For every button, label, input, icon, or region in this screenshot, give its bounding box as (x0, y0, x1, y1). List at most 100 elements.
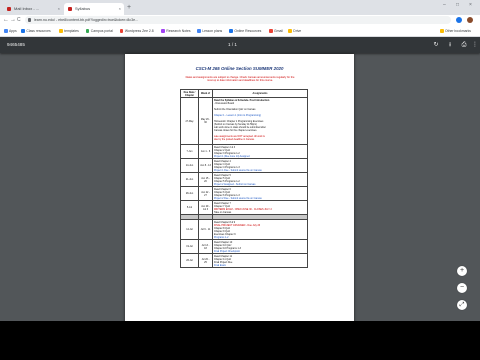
tab-inactive[interactable]: Mail Inbox - ... × (3, 3, 63, 15)
tab-strip: Mail Inbox - ... × Syllabus × + – □ × (0, 0, 480, 15)
fit-page-button[interactable]: ⤢ (457, 300, 467, 310)
assignment-line: Programs 1-2 (214, 235, 229, 239)
assignment-line: Project 2 Due - Submit source file on Ca… (214, 196, 262, 200)
bookmark-label: Campus portal (90, 29, 113, 33)
bookmark-item[interactable]: Apps (4, 28, 17, 34)
table-row: 19-Jul Jul 13 - 18 Read Chapter 10 Chapter … (180, 239, 308, 254)
assignment-line: Project 2 Assigned - Submit on Canvas (214, 182, 256, 186)
assignments-cell: Read Chapter 2 & 3 Chapter 2 Quiz Chapter … (212, 144, 308, 159)
bookmark-item[interactable]: Lesson plans (197, 28, 222, 34)
assignments-cell: Read Chapter 11 Chapter 11 Quiz Final Proj… (212, 253, 308, 268)
close-icon[interactable]: × (58, 3, 60, 15)
bookmarks-bar: Apps Class resources templates Campus porta… (0, 25, 480, 37)
bookmark-item[interactable]: Wordpress Zee 2.8 (119, 28, 154, 34)
due-date-cell: 28-Jun (180, 186, 199, 201)
table-row: 21-Jun Jun 15 - 20 Read Chapter 5 Chapter 5… (180, 172, 308, 187)
bookmark-label: Online Resources (234, 29, 262, 33)
week-cell: Jun 22 - 27 (198, 186, 213, 201)
schedule-table: Due Date / Chapter Week of Assignments 2… (180, 89, 308, 268)
bookmark-label: Apps (9, 29, 17, 33)
bookmark-label: Other bookmarks (445, 29, 472, 33)
assignment-line (214, 216, 306, 219)
table-row: 5-Jul Jun 29 - Jul 3 Read Chapter 7 Chapter… (180, 200, 308, 215)
due-date-cell: 27-May (180, 97, 199, 145)
week-cell: Jun 29 - Jul 3 (198, 200, 213, 215)
bookmark-label: Wordpress Zee 2.8 (124, 29, 154, 33)
forward-button[interactable]: → (10, 16, 16, 24)
url-text: learn.nu.edu/ - ebe8/content-bb.pdf?logg… (34, 18, 139, 22)
bookmark-item[interactable]: Gmail (269, 28, 283, 34)
download-icon[interactable]: ⭳ (446, 41, 454, 49)
profile-avatar[interactable] (467, 17, 473, 23)
table-header: Assignments (212, 89, 308, 98)
reload-button[interactable]: C (17, 16, 21, 24)
bookmark-label: templates (64, 29, 79, 33)
schedule-notice: Dates and assignments are subject to cha… (185, 76, 295, 83)
table-row: 14-Jun Jun 8 - 13 Read Chapter 4 Chapter 4 … (180, 158, 308, 173)
bookmark-icon (161, 29, 165, 33)
due-date-cell: 5-Jul (180, 200, 199, 215)
tab-title: Syllabus (75, 6, 91, 11)
pdf-page: CSCI-M 265 Online Section SUMMER 2020 Da… (125, 54, 354, 321)
more-icon[interactable]: ⋮ (471, 41, 479, 49)
assignment-line: Project 1 Due - Submit source file on Ca… (214, 168, 262, 172)
bookmark-item[interactable]: Class resources (21, 28, 51, 34)
rotate-icon[interactable]: ↻ (432, 41, 440, 49)
bookmark-icon (269, 29, 273, 33)
bookmark-icon (85, 29, 90, 33)
bookmark-item[interactable]: Online Resources (229, 28, 261, 34)
assignment-line: Project 1 (Due June 14) Assigned (214, 154, 250, 158)
due-date-cell: 26-Jul (180, 253, 199, 268)
bookmark-item[interactable]: templates (59, 28, 79, 34)
due-date-cell: 12-Jul (180, 219, 199, 240)
close-window-button[interactable]: × (469, 2, 472, 8)
week-cell: Jun 8 - 13 (198, 158, 213, 173)
assignments-cell: Read Chapter 8 & 9 FINAL PROJECT ASSIGNED… (212, 219, 308, 240)
new-tab-button[interactable]: + (127, 3, 131, 13)
table-header: Due Date / Chapter (180, 89, 199, 98)
bookmark-icon (440, 29, 444, 33)
document-title: CSCI-M 265 Online Section SUMMER 2020 (195, 66, 284, 71)
zoom-out-button[interactable]: − (457, 283, 467, 293)
bookmark-item[interactable]: Drive (288, 28, 301, 34)
pdf-favicon-icon (68, 7, 72, 11)
close-icon[interactable]: × (119, 3, 121, 15)
zoom-in-button[interactable]: + (457, 266, 467, 276)
week-cell: Jun 15 - 20 (198, 172, 213, 187)
maximize-button[interactable]: □ (456, 2, 459, 8)
assignment-line (214, 141, 306, 144)
extension-icon[interactable] (456, 17, 462, 23)
assignment-line: Final Exam (214, 263, 226, 267)
tab-active[interactable]: Syllabus × (64, 3, 124, 15)
bookmark-icon (288, 29, 292, 33)
due-date-cell: 21-Jun (180, 172, 199, 187)
bookmark-item[interactable]: Research Notes (161, 28, 191, 34)
week-cell: Jul 20 - 25 (198, 253, 213, 268)
bookmark-label: Research Notes (166, 29, 191, 33)
print-icon[interactable]: ⎙ (460, 41, 468, 49)
assignments-cell: Read Chapter 10 Chapter 10 Quiz Chapter 10… (212, 239, 308, 254)
table-row: 12-Jul Jul 6 - 11 Read Chapter 8 & 9 FINAL … (180, 219, 308, 240)
pdf-viewer: 9465485 1 / 1 ↻ ⭳ ⎙ ⋮ CSCI-M 265 Online … (0, 37, 480, 321)
bookmark-item[interactable]: Other bookmarks (440, 28, 471, 34)
bookmark-icon (21, 29, 25, 33)
due-date-cell: 7-Jun (180, 144, 199, 159)
mail-favicon-icon (7, 7, 11, 11)
pdf-file-title: 9465485 (7, 42, 25, 47)
minimize-button[interactable]: – (443, 2, 446, 8)
bookmark-item[interactable]: Campus portal (85, 28, 113, 34)
back-button[interactable]: ← (3, 16, 9, 24)
browser-toolbar: ← → C learn.nu.edu/ - ebe8/content-bb.pd… (0, 15, 480, 25)
assignments-cell: Read Chapter 6 Chapter 6 Quiz Chapter 6 Pr… (212, 186, 308, 201)
assignments-cell: Read Chapter 7 Chapter 7 Quiz MIDTERM EXAM… (212, 200, 308, 215)
bookmark-icon (119, 29, 124, 33)
week-cell: May 26 - 30 (198, 97, 213, 145)
assignments-cell: Read Chapter 4 Chapter 4 Quiz Chapter 4 Pr… (212, 158, 308, 173)
address-bar[interactable]: learn.nu.edu/ - ebe8/content-bb.pdf?logg… (25, 16, 451, 24)
lock-icon (28, 18, 31, 22)
week-cell: Jun 1 - 6 (198, 144, 213, 159)
bookmark-label: Lesson plans (202, 29, 223, 33)
table-row: 7-Jun Jun 1 - 6 Read Chapter 2 & 3 Chapter … (180, 144, 308, 159)
bookmark-label: Class resources (26, 29, 51, 33)
bookmark-icon (197, 29, 201, 33)
